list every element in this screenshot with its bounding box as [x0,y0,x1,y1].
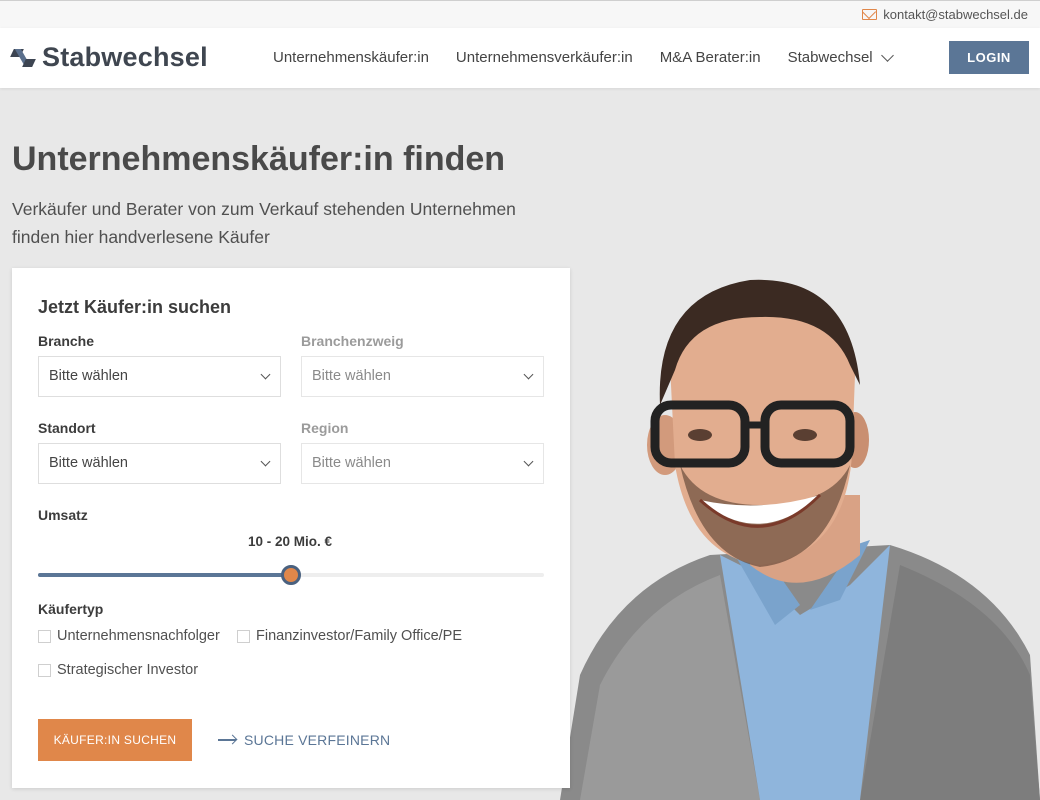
nav-item-kaeufer[interactable]: Unternehmenskäufer:in [273,49,429,66]
region-select[interactable]: Bitte wählen [301,443,544,484]
page-subtitle-line-1: Verkäufer und Berater von zum Verkauf st… [12,199,516,219]
page-title: Unternehmenskäufer:in finden [12,140,505,179]
branche-select[interactable]: Bitte wählen [38,356,281,397]
nav-item-verkaeufer[interactable]: Unternehmensverkäufer:in [456,49,633,66]
page-subtitle-line-2: finden hier handverlesene Käufer [12,227,270,247]
chevron-down-icon [260,456,271,467]
refine-search-label: SUCHE VERFEINERN [244,732,391,748]
umsatz-slider-handle[interactable] [281,565,301,585]
nav-item-stabwechsel-label: Stabwechsel [787,49,873,66]
page-title-rest: finden [393,140,506,178]
main-nav: Unternehmenskäufer:in Unternehmensverkäu… [273,49,919,66]
login-button[interactable]: LOGIN [949,41,1029,74]
checkbox-strategischer-investor[interactable]: Strategischer Investor [38,662,198,678]
contact-email-text: kontakt@stabwechsel.de [883,7,1028,22]
checkbox-label: Unternehmensnachfolger [57,628,220,644]
branche-select-value: Bitte wählen [49,368,128,384]
hero-portrait-image [560,255,1040,800]
search-card-heading: Jetzt Käufer:in suchen [38,297,232,317]
chevron-down-icon [260,369,271,380]
standort-select[interactable]: Bitte wählen [38,443,281,484]
chevron-down-icon [523,456,534,467]
checkbox-box[interactable] [237,629,250,643]
checkbox-finanzinvestor[interactable]: Finanzinvestor/Family Office/PE [237,628,462,644]
umsatz-slider-fill [38,573,291,577]
region-label: Region [301,420,349,436]
umsatz-slider[interactable] [38,565,544,585]
arrow-right-icon [218,739,236,741]
branchenzweig-label: Branchenzweig [301,333,404,349]
search-buyer-button[interactable]: KÄUFER:IN SUCHEN [38,719,192,761]
refine-search-link[interactable]: SUCHE VERFEINERN [218,732,390,748]
umsatz-value: 10 - 20 Mio. € [248,534,333,549]
main-navbar: Stabwechsel Unternehmenskäufer:in Untern… [0,28,1040,88]
brand-name: Stabwechsel [42,42,208,72]
checkbox-label: Finanzinvestor/Family Office/PE [256,628,463,644]
checkbox-box[interactable] [38,663,51,677]
contact-email-link[interactable]: kontakt@stabwechsel.de [862,7,1028,22]
checkbox-unternehmensnachfolger[interactable]: Unternehmensnachfolger [38,628,220,644]
page-title-bold: Unternehmenskäufer:in [12,140,394,178]
logo-mark-icon [10,47,36,69]
nav-item-stabwechsel[interactable]: Stabwechsel [787,49,894,66]
top-contact-bar: kontakt@stabwechsel.de [0,0,1040,28]
branchenzweig-select-value: Bitte wählen [312,368,391,384]
chevron-down-icon [523,369,534,380]
chevron-down-icon [880,49,894,62]
page-subtitle: Verkäufer und Berater von zum Verkauf st… [12,195,572,251]
standort-label: Standort [38,420,96,436]
branche-label: Branche [38,333,95,349]
checkbox-label: Strategischer Investor [57,662,199,678]
umsatz-label: Umsatz [38,507,88,523]
branchenzweig-select[interactable]: Bitte wählen [301,356,544,397]
nav-item-berater[interactable]: M&A Berater:in [660,49,761,66]
buyer-search-card: Jetzt Käufer:in suchen Branche Bitte wäh… [12,268,570,788]
brand-logo[interactable]: Stabwechsel [10,42,208,73]
standort-select-value: Bitte wählen [49,455,128,471]
kaeufertyp-label: Käufertyp [38,601,104,617]
mail-icon [862,9,878,20]
region-select-value: Bitte wählen [312,455,391,471]
checkbox-box[interactable] [38,629,51,643]
